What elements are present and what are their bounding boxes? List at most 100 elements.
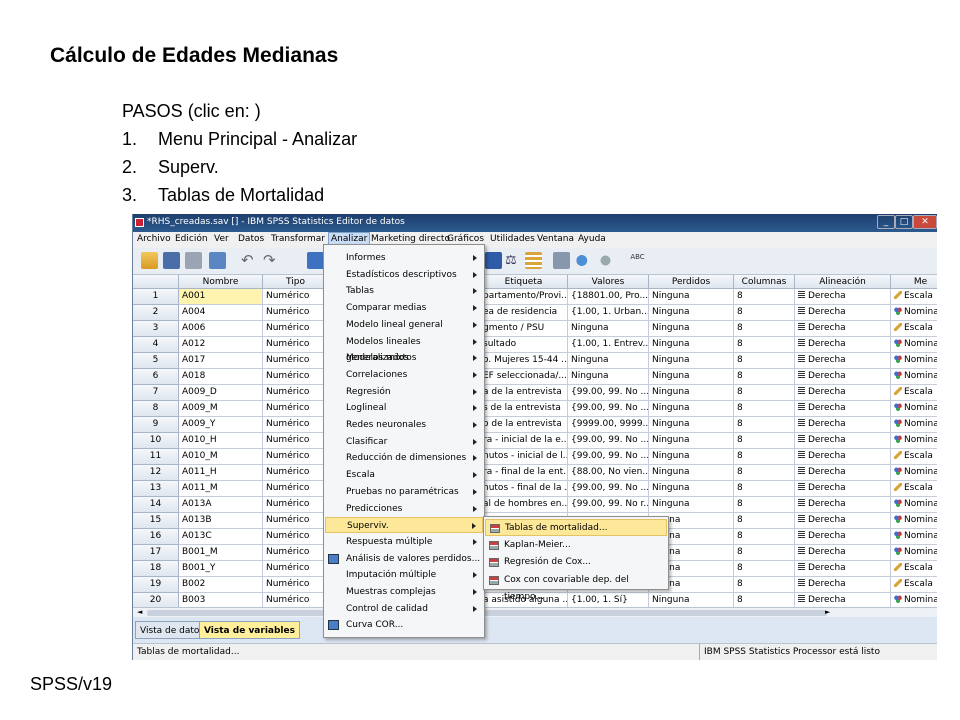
cell-columnas[interactable]: 8 xyxy=(734,369,795,385)
show-all-icon[interactable] xyxy=(597,252,614,269)
cell-etiqueta[interactable]: al de hombres en... xyxy=(480,497,568,513)
cell-tipo[interactable]: Numérico xyxy=(263,289,329,305)
cell-alineacion[interactable]: Derecha xyxy=(795,417,891,433)
tab-data-view[interactable]: Vista de datos xyxy=(135,621,210,639)
cell-columnas[interactable]: 8 xyxy=(734,513,795,529)
tab-variable-view[interactable]: Vista de variables xyxy=(199,621,300,639)
menu-item-imputacion-multiple[interactable]: Imputación múltiple xyxy=(325,567,483,583)
cell-valores[interactable]: {99.00, 99. No ... xyxy=(568,401,649,417)
cell-nombre[interactable]: B001_Y xyxy=(179,561,263,577)
cell-valores[interactable]: {99.00, 99. No ... xyxy=(568,449,649,465)
cell-columnas[interactable]: 8 xyxy=(734,289,795,305)
print-icon[interactable] xyxy=(185,252,202,269)
column-header-tipo[interactable]: Tipo xyxy=(263,275,329,289)
row-number[interactable]: 11 xyxy=(133,449,179,465)
cell-nombre[interactable]: A017 xyxy=(179,353,263,369)
cell-medida[interactable]: Nomina xyxy=(891,497,937,513)
menu-item-comparar-medias[interactable]: Comparar medias xyxy=(325,300,483,316)
cell-etiqueta[interactable]: nutos - inicial de l... xyxy=(480,449,568,465)
cell-medida[interactable]: Escala xyxy=(891,449,937,465)
cell-tipo[interactable]: Numérico xyxy=(263,481,329,497)
row-number[interactable]: 15 xyxy=(133,513,179,529)
use-sets-icon[interactable] xyxy=(575,252,592,269)
cell-columnas[interactable]: 8 xyxy=(734,481,795,497)
cell-medida[interactable]: Escala xyxy=(891,385,937,401)
menu-transformar[interactable]: Transformar xyxy=(271,234,325,244)
goto-case-icon[interactable] xyxy=(307,252,324,269)
cell-medida[interactable]: Nomina xyxy=(891,545,937,561)
cell-medida[interactable]: Nomina xyxy=(891,337,937,353)
select-cases-icon[interactable] xyxy=(525,252,542,269)
row-number[interactable]: 2 xyxy=(133,305,179,321)
cell-alineacion[interactable]: Derecha xyxy=(795,481,891,497)
cell-perdidos[interactable]: Ninguna xyxy=(649,433,734,449)
cell-columnas[interactable]: 8 xyxy=(734,417,795,433)
row-number[interactable]: 1 xyxy=(133,289,179,305)
cell-nombre[interactable]: A009_Y xyxy=(179,417,263,433)
minimize-icon[interactable]: _ xyxy=(877,215,895,229)
cell-tipo[interactable]: Numérico xyxy=(263,401,329,417)
weight-cases-icon[interactable]: ⚖ xyxy=(505,252,522,269)
cell-tipo[interactable]: Numérico xyxy=(263,577,329,593)
cell-nombre[interactable]: A010_M xyxy=(179,449,263,465)
column-header-etiqueta[interactable]: Etiqueta xyxy=(480,275,568,289)
value-labels-icon[interactable] xyxy=(553,252,570,269)
cell-nombre[interactable]: A010_H xyxy=(179,433,263,449)
cell-medida[interactable]: Nomina xyxy=(891,353,937,369)
cell-medida[interactable]: Escala xyxy=(891,289,937,305)
cell-valores[interactable]: {99.00, 99. No ... xyxy=(568,481,649,497)
column-header-valores[interactable]: Valores xyxy=(568,275,649,289)
row-number[interactable]: 7 xyxy=(133,385,179,401)
row-number[interactable]: 9 xyxy=(133,417,179,433)
cell-columnas[interactable]: 8 xyxy=(734,497,795,513)
cell-etiqueta[interactable]: gmento / PSU xyxy=(480,321,568,337)
cell-tipo[interactable]: Numérico xyxy=(263,513,329,529)
cell-etiqueta[interactable]: a de la entrevista xyxy=(480,385,568,401)
cell-columnas[interactable]: 8 xyxy=(734,353,795,369)
menu-ayuda[interactable]: Ayuda xyxy=(578,234,606,244)
cell-etiqueta[interactable]: o de la entrevista xyxy=(480,417,568,433)
cell-etiqueta[interactable]: EF seleccionada/... xyxy=(480,369,568,385)
row-number[interactable]: 17 xyxy=(133,545,179,561)
cell-nombre[interactable]: A012 xyxy=(179,337,263,353)
menu-item-superviv[interactable]: Superviv. xyxy=(325,517,483,534)
cell-perdidos[interactable]: Ninguna xyxy=(649,401,734,417)
menu-item-informes[interactable]: Informes xyxy=(325,250,483,266)
cell-medida[interactable]: Nomina xyxy=(891,433,937,449)
menu-item-correlaciones[interactable]: Correlaciones xyxy=(325,367,483,383)
cell-perdidos[interactable]: Ninguna xyxy=(649,449,734,465)
cell-etiqueta[interactable]: o. Mujeres 15-44 ... xyxy=(480,353,568,369)
column-header-perdidos[interactable]: Perdidos xyxy=(649,275,734,289)
cell-perdidos[interactable]: Ninguna xyxy=(649,417,734,433)
cell-alineacion[interactable]: Derecha xyxy=(795,401,891,417)
cell-alineacion[interactable]: Derecha xyxy=(795,321,891,337)
cell-perdidos[interactable]: Ninguna xyxy=(649,385,734,401)
menu-item-estadisticos-descriptivos[interactable]: Estadísticos descriptivos xyxy=(325,267,483,283)
row-number[interactable]: 6 xyxy=(133,369,179,385)
menu-item-respuesta-multiple[interactable]: Respuesta múltiple xyxy=(325,534,483,550)
menu-item-muestras-complejas[interactable]: Muestras complejas xyxy=(325,584,483,600)
undo-icon[interactable]: ↶ xyxy=(241,252,258,269)
cell-tipo[interactable]: Numérico xyxy=(263,545,329,561)
cell-medida[interactable]: Nomina xyxy=(891,529,937,545)
menu-item-predicciones[interactable]: Predicciones xyxy=(325,501,483,517)
row-number[interactable]: 10 xyxy=(133,433,179,449)
cell-tipo[interactable]: Numérico xyxy=(263,369,329,385)
row-number[interactable]: 14 xyxy=(133,497,179,513)
cell-valores[interactable]: {9999.00, 9999.... xyxy=(568,417,649,433)
cell-tipo[interactable]: Numérico xyxy=(263,305,329,321)
cell-etiqueta[interactable]: ra - final de la ent... xyxy=(480,465,568,481)
menu-item-analisis-de-valores-perdidos[interactable]: Análisis de valores perdidos... xyxy=(325,551,483,567)
menu-item-pruebas-no-parametricas[interactable]: Pruebas no paramétricas xyxy=(325,484,483,500)
cell-nombre[interactable]: A013B xyxy=(179,513,263,529)
cell-columnas[interactable]: 8 xyxy=(734,577,795,593)
cell-columnas[interactable]: 8 xyxy=(734,401,795,417)
cell-alineacion[interactable]: Derecha xyxy=(795,497,891,513)
cell-valores[interactable]: Ninguna xyxy=(568,369,649,385)
cell-columnas[interactable]: 8 xyxy=(734,449,795,465)
cell-alineacion[interactable]: Derecha xyxy=(795,337,891,353)
row-number[interactable]: 8 xyxy=(133,401,179,417)
cell-etiqueta[interactable]: s de la entrevista xyxy=(480,401,568,417)
spell-check-icon[interactable]: ABC xyxy=(629,252,646,269)
cell-tipo[interactable]: Numérico xyxy=(263,417,329,433)
